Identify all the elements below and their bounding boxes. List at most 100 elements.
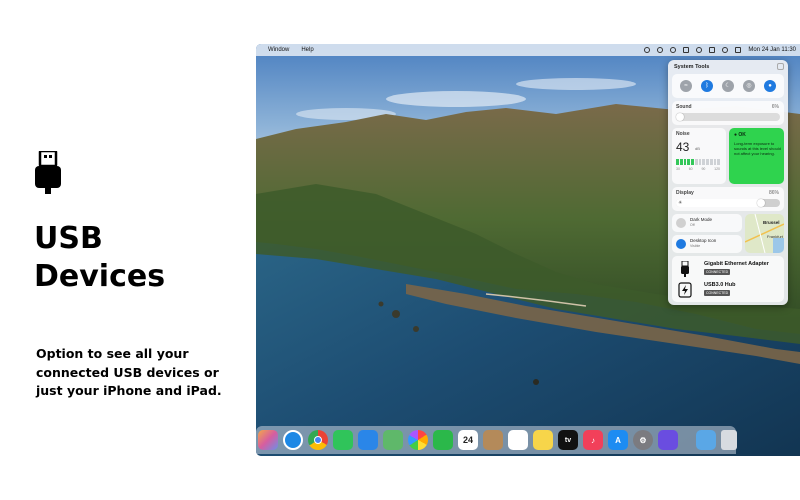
noise-meter-segment [709,159,713,165]
trash-icon[interactable] [721,430,737,450]
noise-meter-segment [694,159,698,165]
reminders-icon[interactable] [508,430,528,450]
noise-status-message: Long-term exposure to sounds at this lev… [734,141,781,156]
moon-icon: ☾ [725,83,731,89]
usb-devices-card: Gigabit Ethernet Adapter CONNECTED USB3.… [672,256,784,302]
dark-mode-state: Off [690,223,695,227]
usb-device-row[interactable]: Gigabit Ethernet Adapter CONNECTED [676,259,780,279]
promo-title-line1: USB [34,221,103,256]
bluetooth-icon: ᛒ [705,83,709,89]
bluetooth-icon[interactable] [670,47,677,53]
menu-help[interactable]: Help [301,47,313,53]
panel-title: System Tools [674,64,710,70]
photos-icon[interactable] [408,430,428,450]
display-label: Display [676,190,694,196]
dark-mode-icon [676,218,686,228]
noise-meter-segment [717,159,720,165]
lightning-icon [678,282,692,298]
search-icon[interactable] [722,47,729,53]
airdrop-toggle[interactable]: ◎ [743,80,755,92]
wifi-toggle[interactable]: ≈ [680,80,692,92]
system-preferences-icon[interactable]: ⚙ [633,430,653,450]
promo-title: USB Devices [34,220,165,296]
mac-screen: Window Help Mon 24 Jan 11:30 System Tool… [256,44,800,456]
wifi-icon[interactable] [696,47,703,53]
volume-icon[interactable] [657,47,664,53]
noise-scale-tick: 60 [688,167,693,171]
dark-mode-toggle[interactable]: Dark Mode Off [672,214,742,232]
notes-icon[interactable] [533,430,553,450]
tools-icon[interactable] [709,47,716,53]
display-slider[interactable]: ☀ [676,199,780,207]
appletv-label: tv [564,436,572,444]
noise-meter-segment [698,159,702,165]
appstore-icon[interactable]: A [608,430,628,450]
panel-pin-icon[interactable] [777,63,784,70]
clipboard-icon[interactable] [683,47,690,53]
sound-slider-knob[interactable] [676,113,684,121]
mail-icon[interactable] [358,430,378,450]
menu-window[interactable]: Window [268,47,289,53]
noise-meter-segment [679,159,683,165]
map-city-2: Frankfurt [767,234,784,239]
noise-scale: 30 60 90 120 [676,167,720,171]
messages-icon[interactable] [333,430,353,450]
microphone-icon: ● [768,83,772,89]
menu-bar-clock[interactable]: Mon 24 Jan 11:30 [748,47,796,53]
app-store-screenshot: USB Devices Option to see all your conne… [0,0,800,500]
display-slider-fill [676,199,765,207]
downloads-folder-icon[interactable] [696,430,716,450]
moon-icon[interactable] [644,47,651,53]
menu-bar: Window Help Mon 24 Jan 11:30 [256,44,800,56]
safari-icon[interactable] [283,430,303,450]
promo-title-line2: Devices [34,259,166,294]
usb-plug-icon [681,261,689,277]
maps-icon[interactable] [383,430,403,450]
calendar-icon[interactable]: 24 [458,430,478,450]
noise-status-card: ● OK Long-term exposure to sounds at thi… [729,128,784,184]
usb-device-status: CONNECTED [704,290,731,296]
usb-device-row[interactable]: USB3.0 Hub CONNECTED [676,280,780,300]
quick-toggles: ≈ ᛒ ☾ ◎ ● [672,74,784,98]
noise-meter-segment [713,159,717,165]
noise-card: Noise 43 dB 30 60 90 120 [672,128,726,184]
sound-card: Sound 6% ◂ [672,101,784,125]
menu-bar-status: Mon 24 Jan 11:30 [644,44,796,56]
usb-device-name: USB3.0 Hub [704,282,736,288]
chrome-icon[interactable] [308,430,328,450]
launchpad-icon[interactable] [258,430,278,450]
usb-device-name: Gigabit Ethernet Adapter [704,261,769,267]
airdrop-icon: ◎ [746,83,752,89]
microphone-toggle[interactable]: ● [764,80,776,92]
desktop-icon [676,239,686,249]
shortcuts-icon[interactable] [658,430,678,450]
system-tools-panel: System Tools ≈ ᛒ ☾ ◎ ● Sound 6% ◂ Noise [668,60,788,305]
noise-meter [676,159,720,165]
sound-label: Sound [676,104,692,110]
noise-meter-segment [687,159,690,165]
music-icon[interactable]: ♪ [583,430,603,450]
noise-meter-segment [702,159,705,165]
noise-status-text: OK [738,132,746,138]
wifi-icon: ≈ [684,83,688,89]
noise-meter-segment [691,159,694,165]
noise-meter-segment [683,159,687,165]
appletv-icon[interactable]: tv [558,430,578,450]
control-center-icon[interactable] [735,47,742,53]
display-card: Display 86% ☀ [672,187,784,211]
calendar-day: 24 [462,435,473,445]
do-not-disturb-toggle[interactable]: ☾ [722,80,734,92]
usb-device-status: CONNECTED [704,269,731,275]
desktop-icon-toggle[interactable]: Desktop Icon Visible [672,235,742,253]
noise-value: 43 [676,140,690,154]
display-slider-knob[interactable] [757,199,765,207]
facetime-icon[interactable] [433,430,453,450]
noise-label: Noise [676,131,690,137]
bluetooth-toggle[interactable]: ᛒ [701,80,713,92]
noise-status-title: ● OK [734,132,746,138]
sound-slider[interactable]: ◂ [676,113,780,121]
map-widget[interactable]: Brussel Frankfurt [745,214,784,253]
contacts-icon[interactable] [483,430,503,450]
dark-mode-title: Dark Mode [690,217,713,222]
chrome-center [314,436,322,444]
